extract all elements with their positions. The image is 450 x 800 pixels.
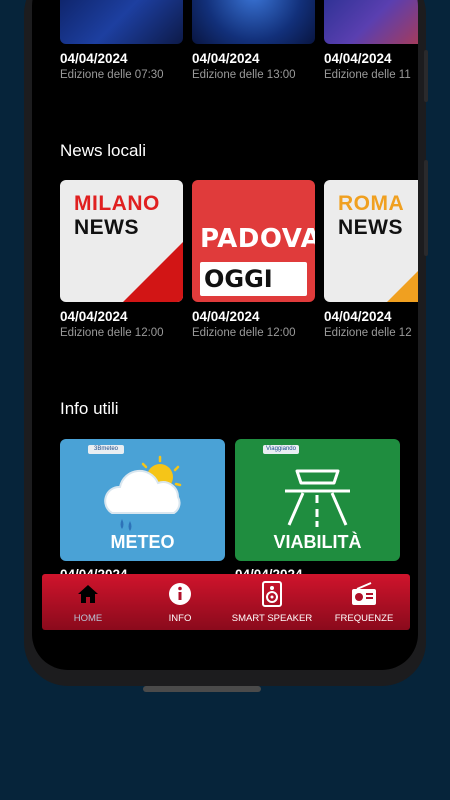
logo-line2: NEWS [74, 216, 139, 239]
speaker-icon [259, 580, 285, 607]
radio-icon [351, 581, 377, 607]
news-thumbnail [60, 0, 183, 44]
news-card[interactable]: 04/04/2024 Edizione delle 13:00 [192, 0, 315, 81]
card-edition: Edizione delle 12 [324, 327, 412, 339]
padova-oggi-logo: PADOVA OGGI [192, 180, 315, 302]
local-news-card[interactable]: MILANO NEWS 04/04/2024 Edizione delle 12… [60, 180, 183, 339]
logo-line1: PADOVA [200, 224, 315, 254]
local-news-card[interactable]: PADOVA OGGI 04/04/2024 Edizione delle 12… [192, 180, 315, 339]
card-date: 04/04/2024 [192, 51, 260, 66]
card-edition: Edizione delle 07:30 [60, 69, 164, 81]
section-title-news-locali: News locali [60, 141, 146, 160]
nav-smart-speaker[interactable]: SMART SPEAKER [226, 574, 318, 630]
app-screen: 04/04/2024 Edizione delle 07:30 04/04/20… [32, 0, 418, 670]
nav-frequenze-label: FREQUENZE [334, 612, 394, 624]
home-indicator [143, 686, 261, 692]
info-icon [167, 581, 193, 607]
card-date: 04/04/2024 [324, 309, 392, 324]
card-edition: Edizione delle 12:00 [60, 327, 164, 339]
logo-line1: MILANO [74, 192, 160, 215]
home-icon [75, 581, 101, 607]
logo-line2: NEWS [338, 216, 403, 239]
phone-side-button [424, 50, 428, 102]
card-edition: Edizione delle 13:00 [192, 69, 296, 81]
nav-info-label: INFO [168, 612, 192, 624]
logo-line2: OGGI [200, 262, 307, 296]
card-date: 04/04/2024 [60, 51, 128, 66]
card-edition: Edizione delle 12:00 [192, 327, 296, 339]
card-date: 04/04/2024 [324, 51, 392, 66]
nav-smart-speaker-label: SMART SPEAKER [231, 612, 313, 624]
nav-home-label: HOME [73, 612, 103, 624]
nav-home[interactable]: HOME [42, 574, 134, 630]
nav-info[interactable]: INFO [134, 574, 226, 630]
card-edition: Edizione delle 11 [324, 69, 411, 81]
nav-frequenze[interactable]: FREQUENZE [318, 574, 410, 630]
roma-news-logo: ROMA NEWS [324, 180, 418, 302]
logo-line1: ROMA [338, 192, 405, 215]
news-thumbnail [192, 0, 315, 44]
card-date: 04/04/2024 [192, 309, 260, 324]
meteo-card[interactable]: 3Bmeteo METEO [60, 439, 225, 561]
viabilita-card[interactable]: Viaggiando VIABILITÀ [235, 439, 400, 561]
phone-side-button [424, 160, 428, 256]
viabilita-label: VIABILITÀ [273, 532, 362, 552]
section-title-info-utili: Info utili [60, 399, 119, 418]
local-news-card[interactable]: ROMA NEWS 04/04/2024 Edizione delle 12 [324, 180, 418, 339]
news-card[interactable]: 04/04/2024 Edizione delle 07:30 [60, 0, 183, 81]
card-date: 04/04/2024 [60, 309, 128, 324]
meteo-label: METEO [110, 532, 175, 552]
news-card[interactable]: 04/04/2024 Edizione delle 11 [324, 0, 418, 81]
news-thumbnail [324, 0, 418, 44]
milano-news-logo: MILANO NEWS [60, 180, 183, 302]
bottom-navigation-bar: HOME INFO SMART SPEAKER FREQUENZE [42, 574, 410, 630]
